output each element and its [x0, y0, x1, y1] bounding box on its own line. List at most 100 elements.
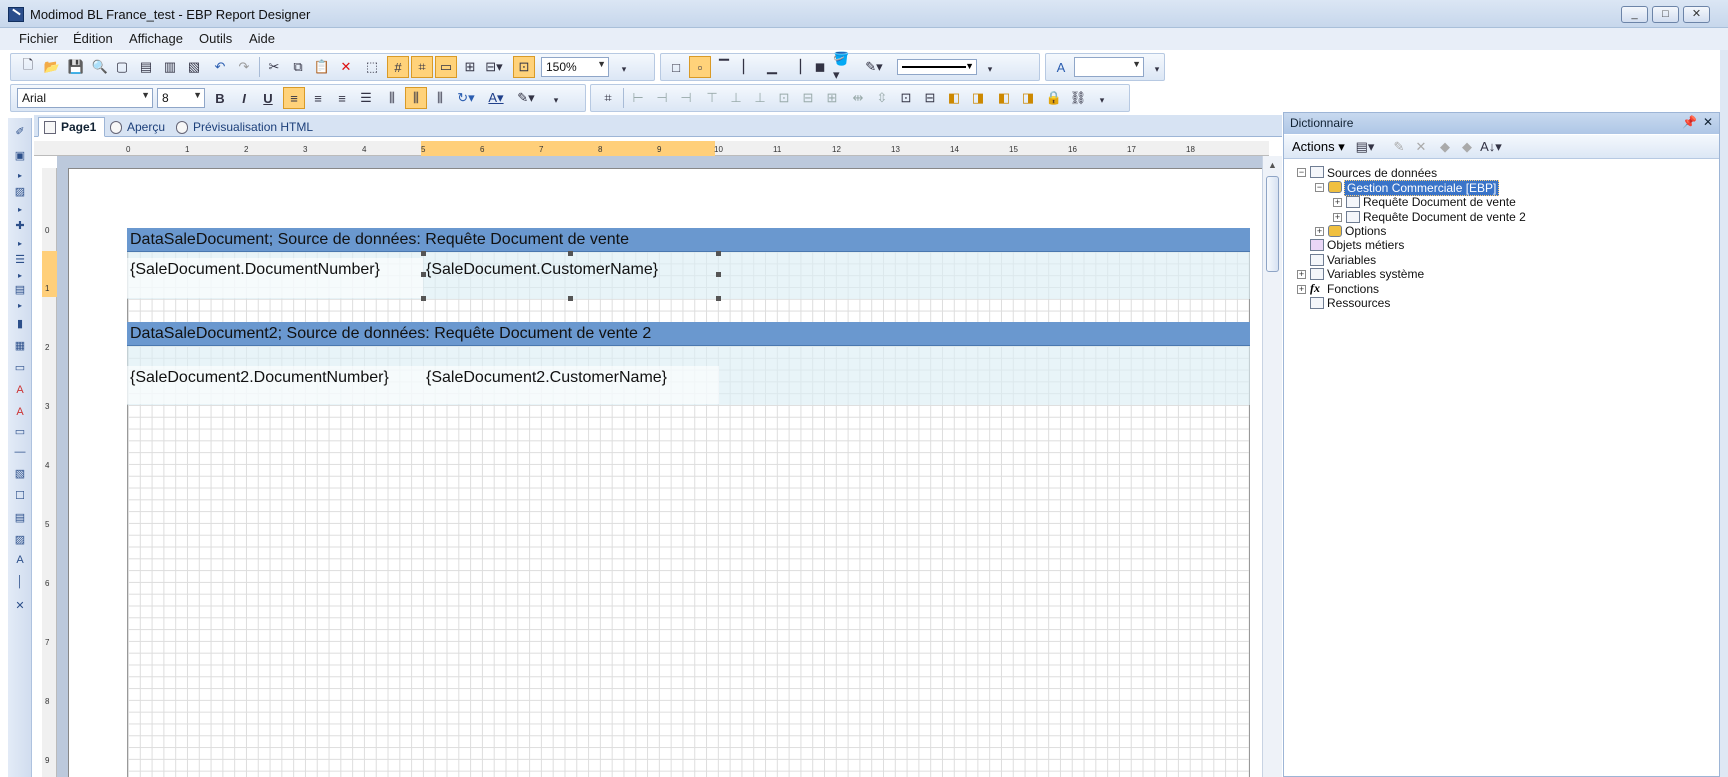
expand-icon[interactable]: + — [1297, 270, 1306, 279]
delete-page-icon[interactable]: ▧ — [183, 56, 205, 78]
grid-align-icon[interactable]: ⌗ — [597, 87, 619, 109]
toolbar-overflow-icon[interactable]: ▾ — [1091, 89, 1113, 111]
bold-icon[interactable]: B — [209, 87, 231, 109]
lock-icon[interactable]: 🔒 — [1043, 87, 1065, 109]
italic-icon[interactable]: I — [233, 87, 255, 109]
puzzle-icon[interactable]: ✚ — [12, 218, 28, 234]
border-top-icon[interactable]: ▔ — [713, 56, 735, 78]
tree-node-requete-1[interactable]: Requête Document de vente — [1363, 195, 1516, 209]
expand-icon[interactable]: ▸ — [12, 202, 28, 218]
page-number-icon[interactable]: ▤ — [12, 510, 28, 526]
expand-icon[interactable]: ▸ — [12, 298, 28, 314]
menu-affichage[interactable]: Affichage — [129, 31, 183, 46]
tree-node-options[interactable]: Options — [1345, 224, 1386, 238]
pointer-icon[interactable]: ✐ — [12, 124, 28, 140]
band-icon[interactable]: ▣ — [12, 148, 28, 164]
resize-handle[interactable] — [716, 272, 721, 277]
page-grid[interactable] — [127, 228, 1250, 777]
justify-icon[interactable]: ☰ — [355, 87, 377, 109]
label-icon[interactable]: A — [12, 552, 28, 568]
align-middles-icon[interactable]: ⊥ — [725, 87, 747, 109]
center-h-icon[interactable]: ⊡ — [895, 87, 917, 109]
report-icon[interactable]: ▤ — [135, 56, 157, 78]
highlight-icon[interactable]: ✎▾ — [515, 87, 537, 109]
move-up-icon[interactable]: ◆ — [1434, 136, 1456, 158]
show-headers-icon[interactable]: ▭ — [435, 56, 457, 78]
picture-icon[interactable]: ▧ — [12, 466, 28, 482]
preview-icon[interactable]: 🔍 — [89, 56, 111, 78]
resize-handle[interactable] — [568, 251, 573, 256]
paste-icon[interactable]: 📋 — [311, 56, 333, 78]
horizontal-line-icon[interactable]: — — [12, 444, 28, 460]
move-forward-icon[interactable]: ◧ — [993, 87, 1015, 109]
tab-page1[interactable]: Page1 — [38, 117, 106, 137]
close-button[interactable]: ✕ — [1683, 6, 1710, 23]
vertical-scrollbar[interactable]: ▲ — [1262, 156, 1282, 777]
new-item-icon[interactable]: ▤▾ — [1354, 136, 1376, 158]
tab-html-preview[interactable]: Prévisualisation HTML — [170, 117, 322, 137]
same-width-icon[interactable]: ⊟ — [797, 87, 819, 109]
snap-grid-icon[interactable]: ⌗ — [411, 56, 433, 78]
align-left-icon[interactable]: ≡ — [283, 87, 305, 109]
same-size-icon[interactable]: ⊡ — [773, 87, 795, 109]
align-right-icon[interactable]: ≡ — [331, 87, 353, 109]
text-field-customer-name-2[interactable]: {SaleDocument2.CustomerName} — [423, 366, 719, 404]
expand-icon[interactable]: + — [1315, 227, 1324, 236]
delete-icon[interactable]: ✕ — [335, 56, 357, 78]
resize-handle[interactable] — [421, 251, 426, 256]
page-icon[interactable]: ▢ — [111, 56, 133, 78]
border-color-icon[interactable]: ✎▾ — [863, 56, 885, 78]
tab-apercu[interactable]: Aperçu — [104, 117, 174, 137]
text-field-document-number-2[interactable]: {SaleDocument2.DocumentNumber} — [127, 366, 423, 404]
toolbar-overflow-icon[interactable]: ▾ — [1146, 58, 1168, 80]
same-height-icon[interactable]: ⊞ — [821, 87, 843, 109]
move-backward-icon[interactable]: ◨ — [1017, 87, 1039, 109]
scrollbar-thumb[interactable] — [1266, 176, 1279, 272]
border-all-icon[interactable]: □ — [665, 56, 687, 78]
expand-icon[interactable]: + — [1297, 285, 1306, 294]
font-size-select[interactable]: 8 ▼ — [157, 88, 205, 108]
bring-front-icon[interactable]: ◧ — [943, 87, 965, 109]
redo-icon[interactable]: ↷ — [233, 56, 255, 78]
text-field-customer-name[interactable]: {SaleDocument.CustomerName} — [423, 258, 719, 298]
send-back-icon[interactable]: ◨ — [967, 87, 989, 109]
container-icon[interactable]: ▭ — [12, 424, 28, 440]
save-icon[interactable]: 💾 — [65, 56, 87, 78]
new-icon[interactable]: 🗋 — [17, 56, 39, 78]
expand-icon[interactable]: + — [1333, 213, 1342, 222]
pin-icon[interactable]: 📌 — [1682, 115, 1697, 129]
actions-menu[interactable]: Actions ▾ — [1292, 139, 1345, 155]
panel-icon[interactable]: ▭ — [12, 360, 28, 376]
h-spacing-icon[interactable]: ⇹ — [847, 87, 869, 109]
align-lefts-icon[interactable]: ⊢ — [627, 87, 649, 109]
zoom-select[interactable]: 150% ▼ — [541, 57, 609, 77]
tree-node-sources[interactable]: Sources de données — [1327, 166, 1437, 180]
resize-handle[interactable] — [421, 296, 426, 301]
menu-fichier[interactable]: Fichier — [19, 31, 58, 46]
tree-node-gestion-commerciale[interactable]: Gestion Commerciale [EBP] — [1344, 180, 1500, 196]
tree-node-fonctions[interactable]: Fonctions — [1327, 282, 1379, 296]
collapse-icon[interactable]: − — [1297, 168, 1306, 177]
collapse-icon[interactable]: − — [1315, 183, 1324, 192]
checkbox-icon[interactable]: ☐ — [12, 488, 28, 504]
underline-icon[interactable]: U — [257, 87, 279, 109]
edit-icon[interactable]: ✎ — [1388, 136, 1410, 158]
zoom-fit-icon[interactable]: ⊡ — [513, 56, 535, 78]
font-color-icon[interactable]: A▾ — [485, 87, 507, 109]
border-none-icon[interactable]: ▫ — [689, 56, 711, 78]
undo-icon[interactable]: ↶ — [209, 56, 231, 78]
image-icon[interactable]: ▨ — [12, 532, 28, 548]
expand-icon[interactable]: + — [1333, 198, 1342, 207]
menu-aide[interactable]: Aide — [249, 31, 275, 46]
rotate-icon[interactable]: ↻▾ — [455, 87, 477, 109]
move-down-icon[interactable]: ◆ — [1456, 136, 1478, 158]
sub-report-icon[interactable]: ▤ — [12, 282, 28, 298]
tools-icon[interactable]: ✕ — [12, 598, 28, 614]
chart-icon[interactable]: ▮ — [12, 316, 28, 332]
band-header-datasaledocument2[interactable]: DataSaleDocument2; Source de données: Re… — [127, 322, 1250, 346]
toolbar-overflow-icon[interactable]: ▾ — [545, 89, 567, 111]
resize-handle[interactable] — [421, 272, 426, 277]
resize-handle[interactable] — [716, 296, 721, 301]
align-center-icon[interactable]: ≡ — [307, 87, 329, 109]
menu-outils[interactable]: Outils — [199, 31, 232, 46]
